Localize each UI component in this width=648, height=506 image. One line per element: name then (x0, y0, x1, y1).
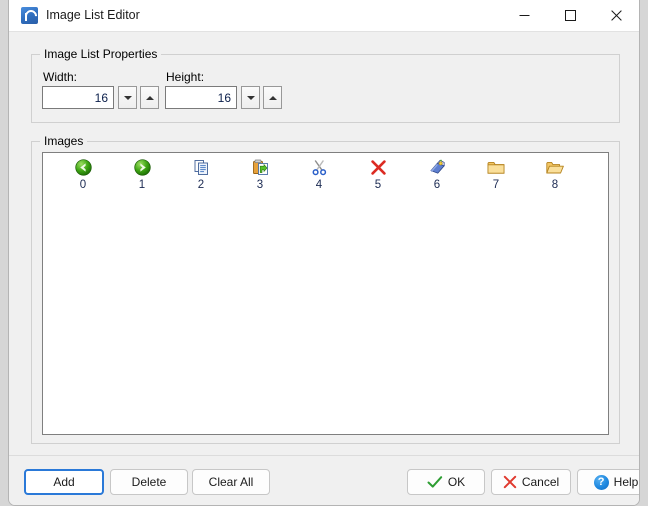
help-button-label: Help (613, 475, 639, 489)
chevron-up-icon (145, 95, 154, 100)
window-title: Image List Editor (46, 8, 140, 22)
image-list-item[interactable]: 1 (118, 157, 166, 192)
clear-all-button[interactable]: Clear All (192, 469, 270, 495)
help-button[interactable]: ? Help (577, 469, 639, 495)
title-bar: Image List Editor (9, 0, 639, 32)
width-spinner (42, 86, 159, 109)
folder-open-icon (531, 157, 579, 177)
image-index-label: 0 (79, 179, 87, 191)
width-input[interactable] (42, 86, 114, 109)
back-arrow-icon (59, 157, 107, 177)
images-listbox[interactable]: 0 1 2 3 4 5 6 7 8 (42, 152, 609, 435)
delete-button-label: Delete (131, 475, 167, 489)
width-label: Width: (43, 70, 78, 84)
image-list-item[interactable]: 8 (531, 157, 579, 192)
maximize-button[interactable] (548, 0, 593, 31)
width-increment-button[interactable] (140, 86, 159, 109)
image-index-label: 2 (197, 179, 205, 191)
app-icon (21, 7, 38, 24)
close-icon (611, 10, 622, 21)
width-decrement-button[interactable] (118, 86, 137, 109)
image-index-label: 6 (433, 179, 441, 191)
close-button[interactable] (594, 0, 639, 31)
folder-closed-icon (472, 157, 520, 177)
height-label: Height: (166, 70, 205, 84)
add-button[interactable]: Add (24, 469, 104, 495)
copy-icon (177, 157, 225, 177)
image-list-editor-dialog: Image List Editor Image List Properties … (8, 0, 640, 506)
paste-icon (236, 157, 284, 177)
image-list-item[interactable]: 3 (236, 157, 284, 192)
image-list-item[interactable]: 2 (177, 157, 225, 192)
properties-group-label: Image List Properties (40, 47, 162, 61)
image-index-label: 3 (256, 179, 264, 191)
height-decrement-button[interactable] (241, 86, 260, 109)
cancel-x-icon (503, 475, 517, 489)
cancel-button-label: Cancel (521, 475, 560, 489)
clear-all-button-label: Clear All (208, 475, 254, 489)
image-list-item[interactable]: 7 (472, 157, 520, 192)
image-index-label: 5 (374, 179, 382, 191)
cancel-button[interactable]: Cancel (491, 469, 571, 495)
image-index-label: 1 (138, 179, 146, 191)
image-index-label: 7 (492, 179, 500, 191)
minimize-button[interactable] (502, 0, 547, 31)
forward-arrow-icon (118, 157, 166, 177)
check-icon (427, 475, 443, 489)
height-increment-button[interactable] (263, 86, 282, 109)
images-group-label: Images (40, 134, 88, 148)
chevron-up-icon (268, 95, 277, 100)
minimize-icon (519, 10, 530, 21)
image-list-item[interactable]: 0 (59, 157, 107, 192)
height-input[interactable] (165, 86, 237, 109)
add-button-label: Add (53, 475, 75, 489)
image-index-label: 8 (551, 179, 559, 191)
image-list-item[interactable]: 5 (354, 157, 402, 192)
chevron-down-icon (246, 95, 255, 100)
delete-x-icon (354, 157, 402, 177)
image-list-item[interactable]: 6 (413, 157, 461, 192)
book-tag-icon (413, 157, 461, 177)
maximize-icon (565, 10, 576, 21)
help-question-icon: ? (593, 474, 609, 490)
image-list-item[interactable]: 4 (295, 157, 343, 192)
height-spinner (165, 86, 282, 109)
cut-scissors-icon (295, 157, 343, 177)
image-index-label: 4 (315, 179, 323, 191)
ok-button[interactable]: OK (407, 469, 485, 495)
ok-button-label: OK (447, 475, 466, 489)
delete-button[interactable]: Delete (110, 469, 188, 495)
chevron-down-icon (123, 95, 132, 100)
